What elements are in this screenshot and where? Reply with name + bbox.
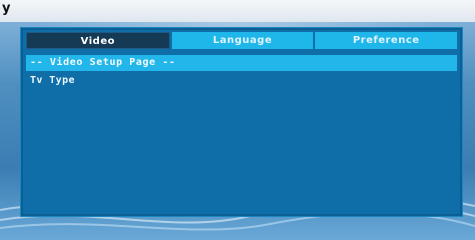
settings-list: Tv Type (26, 74, 457, 88)
tab-video[interactable]: Video (26, 32, 170, 49)
top-bar-text: y (2, 1, 11, 16)
tab-bar: Video Language Preference (26, 32, 458, 49)
page-header: -- Video Setup Page -- (26, 55, 457, 71)
list-item-tv-type[interactable]: Tv Type (26, 74, 457, 88)
top-bar: y (0, 0, 475, 22)
tab-preference[interactable]: Preference (315, 32, 458, 49)
tab-language[interactable]: Language (171, 32, 314, 49)
setup-panel: Video Language Preference -- Video Setup… (20, 27, 463, 217)
